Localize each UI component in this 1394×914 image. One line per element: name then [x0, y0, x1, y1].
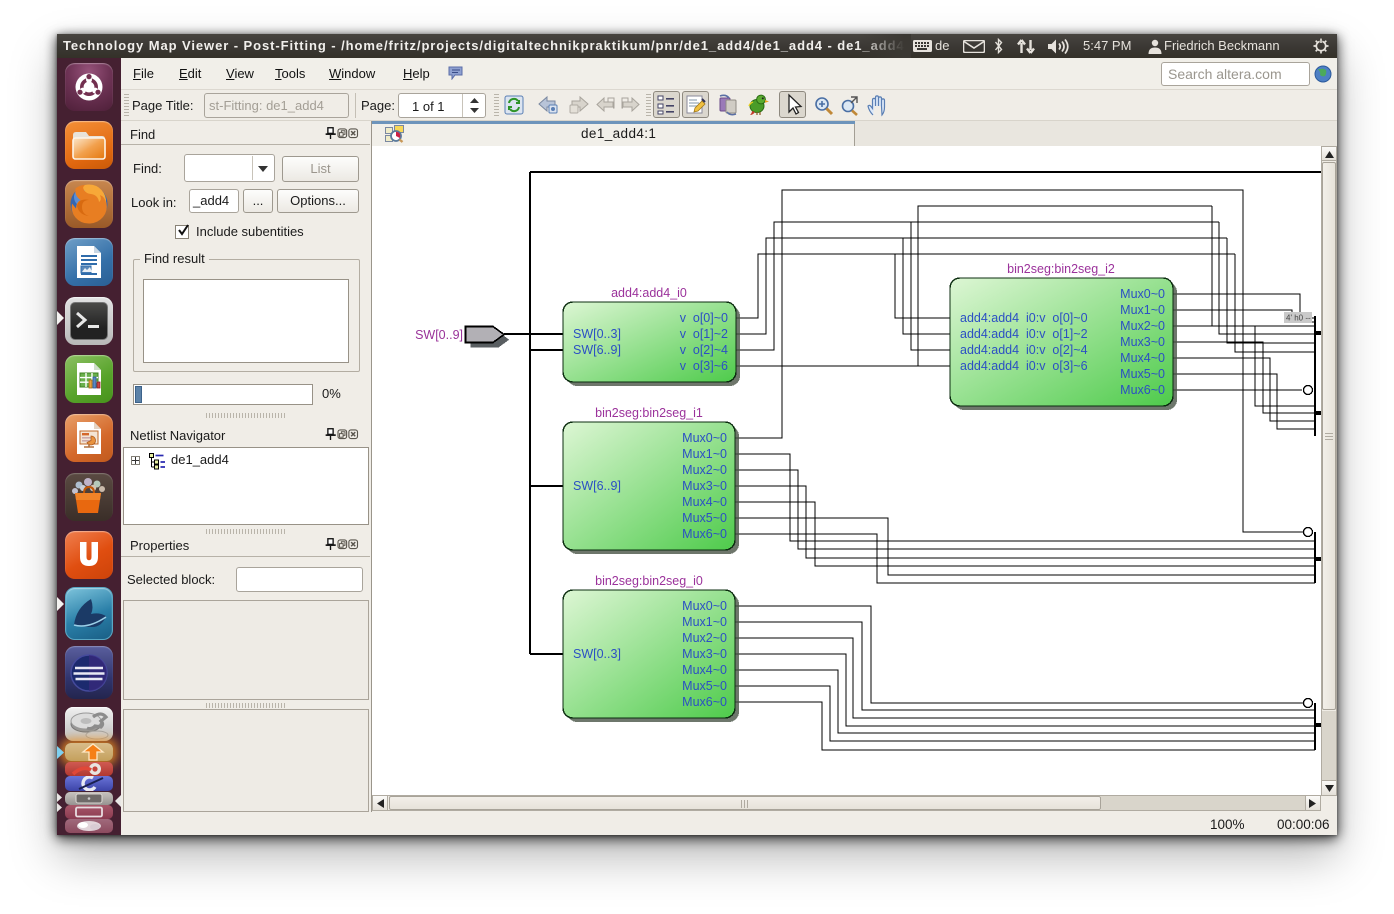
- svg-text:Mux6~0: Mux6~0: [682, 527, 727, 541]
- svg-text:Mux1~0: Mux1~0: [1120, 303, 1165, 317]
- svg-text:add4:add4 i0:v o[1]~2: add4:add4 i0:v o[1]~2: [960, 327, 1088, 341]
- svg-text:v o[3]~6: v o[3]~6: [680, 359, 728, 373]
- svg-text:Mux2~0: Mux2~0: [682, 631, 727, 645]
- svg-text:Mux0~0: Mux0~0: [682, 431, 727, 445]
- svg-text:SW[0..9]: SW[0..9]: [415, 328, 463, 342]
- svg-text:SW[6..9]: SW[6..9]: [573, 479, 621, 493]
- svg-text:v o[1]~2: v o[1]~2: [680, 327, 728, 341]
- svg-text:Mux3~0: Mux3~0: [682, 479, 727, 493]
- svg-text:add4:add4 i0:v o[3]~6: add4:add4 i0:v o[3]~6: [960, 359, 1088, 373]
- svg-text:Mux4~0: Mux4~0: [682, 495, 727, 509]
- svg-text:add4:add4 i0:v o[2]~4: add4:add4 i0:v o[2]~4: [960, 343, 1088, 357]
- svg-text:Mux0~0: Mux0~0: [682, 599, 727, 613]
- svg-text:4' h0 --: 4' h0 --: [1286, 314, 1311, 323]
- svg-text:SW[0..3]: SW[0..3]: [573, 327, 621, 341]
- svg-text:Mux2~0: Mux2~0: [1120, 319, 1165, 333]
- svg-text:Mux5~0: Mux5~0: [682, 679, 727, 693]
- svg-text:Mux0~0: Mux0~0: [1120, 287, 1165, 301]
- svg-text:Mux3~0: Mux3~0: [1120, 335, 1165, 349]
- svg-text:Mux3~0: Mux3~0: [682, 647, 727, 661]
- svg-text:Mux6~0: Mux6~0: [1120, 383, 1165, 397]
- svg-text:bin2seg:bin2seg_i0: bin2seg:bin2seg_i0: [595, 574, 703, 588]
- svg-text:Mux5~0: Mux5~0: [1120, 367, 1165, 381]
- svg-text:SW[6..9]: SW[6..9]: [573, 343, 621, 357]
- svg-text:Mux6~0: Mux6~0: [682, 695, 727, 709]
- svg-text:Mux4~0: Mux4~0: [1120, 351, 1165, 365]
- svg-text:Mux4~0: Mux4~0: [682, 663, 727, 677]
- svg-text:Mux1~0: Mux1~0: [682, 615, 727, 629]
- svg-text:Mux1~0: Mux1~0: [682, 447, 727, 461]
- svg-text:Mux2~0: Mux2~0: [682, 463, 727, 477]
- svg-text:v o[0]~0: v o[0]~0: [680, 311, 728, 325]
- svg-text:bin2seg:bin2seg_i1: bin2seg:bin2seg_i1: [595, 406, 703, 420]
- svg-text:v o[2]~4: v o[2]~4: [680, 343, 728, 357]
- svg-text:SW[0..3]: SW[0..3]: [573, 647, 621, 661]
- svg-text:Mux5~0: Mux5~0: [682, 511, 727, 525]
- svg-text:add4:add4 i0:v o[0]~0: add4:add4 i0:v o[0]~0: [960, 311, 1088, 325]
- svg-text:add4:add4_i0: add4:add4_i0: [611, 286, 687, 300]
- svg-text:bin2seg:bin2seg_i2: bin2seg:bin2seg_i2: [1007, 262, 1115, 276]
